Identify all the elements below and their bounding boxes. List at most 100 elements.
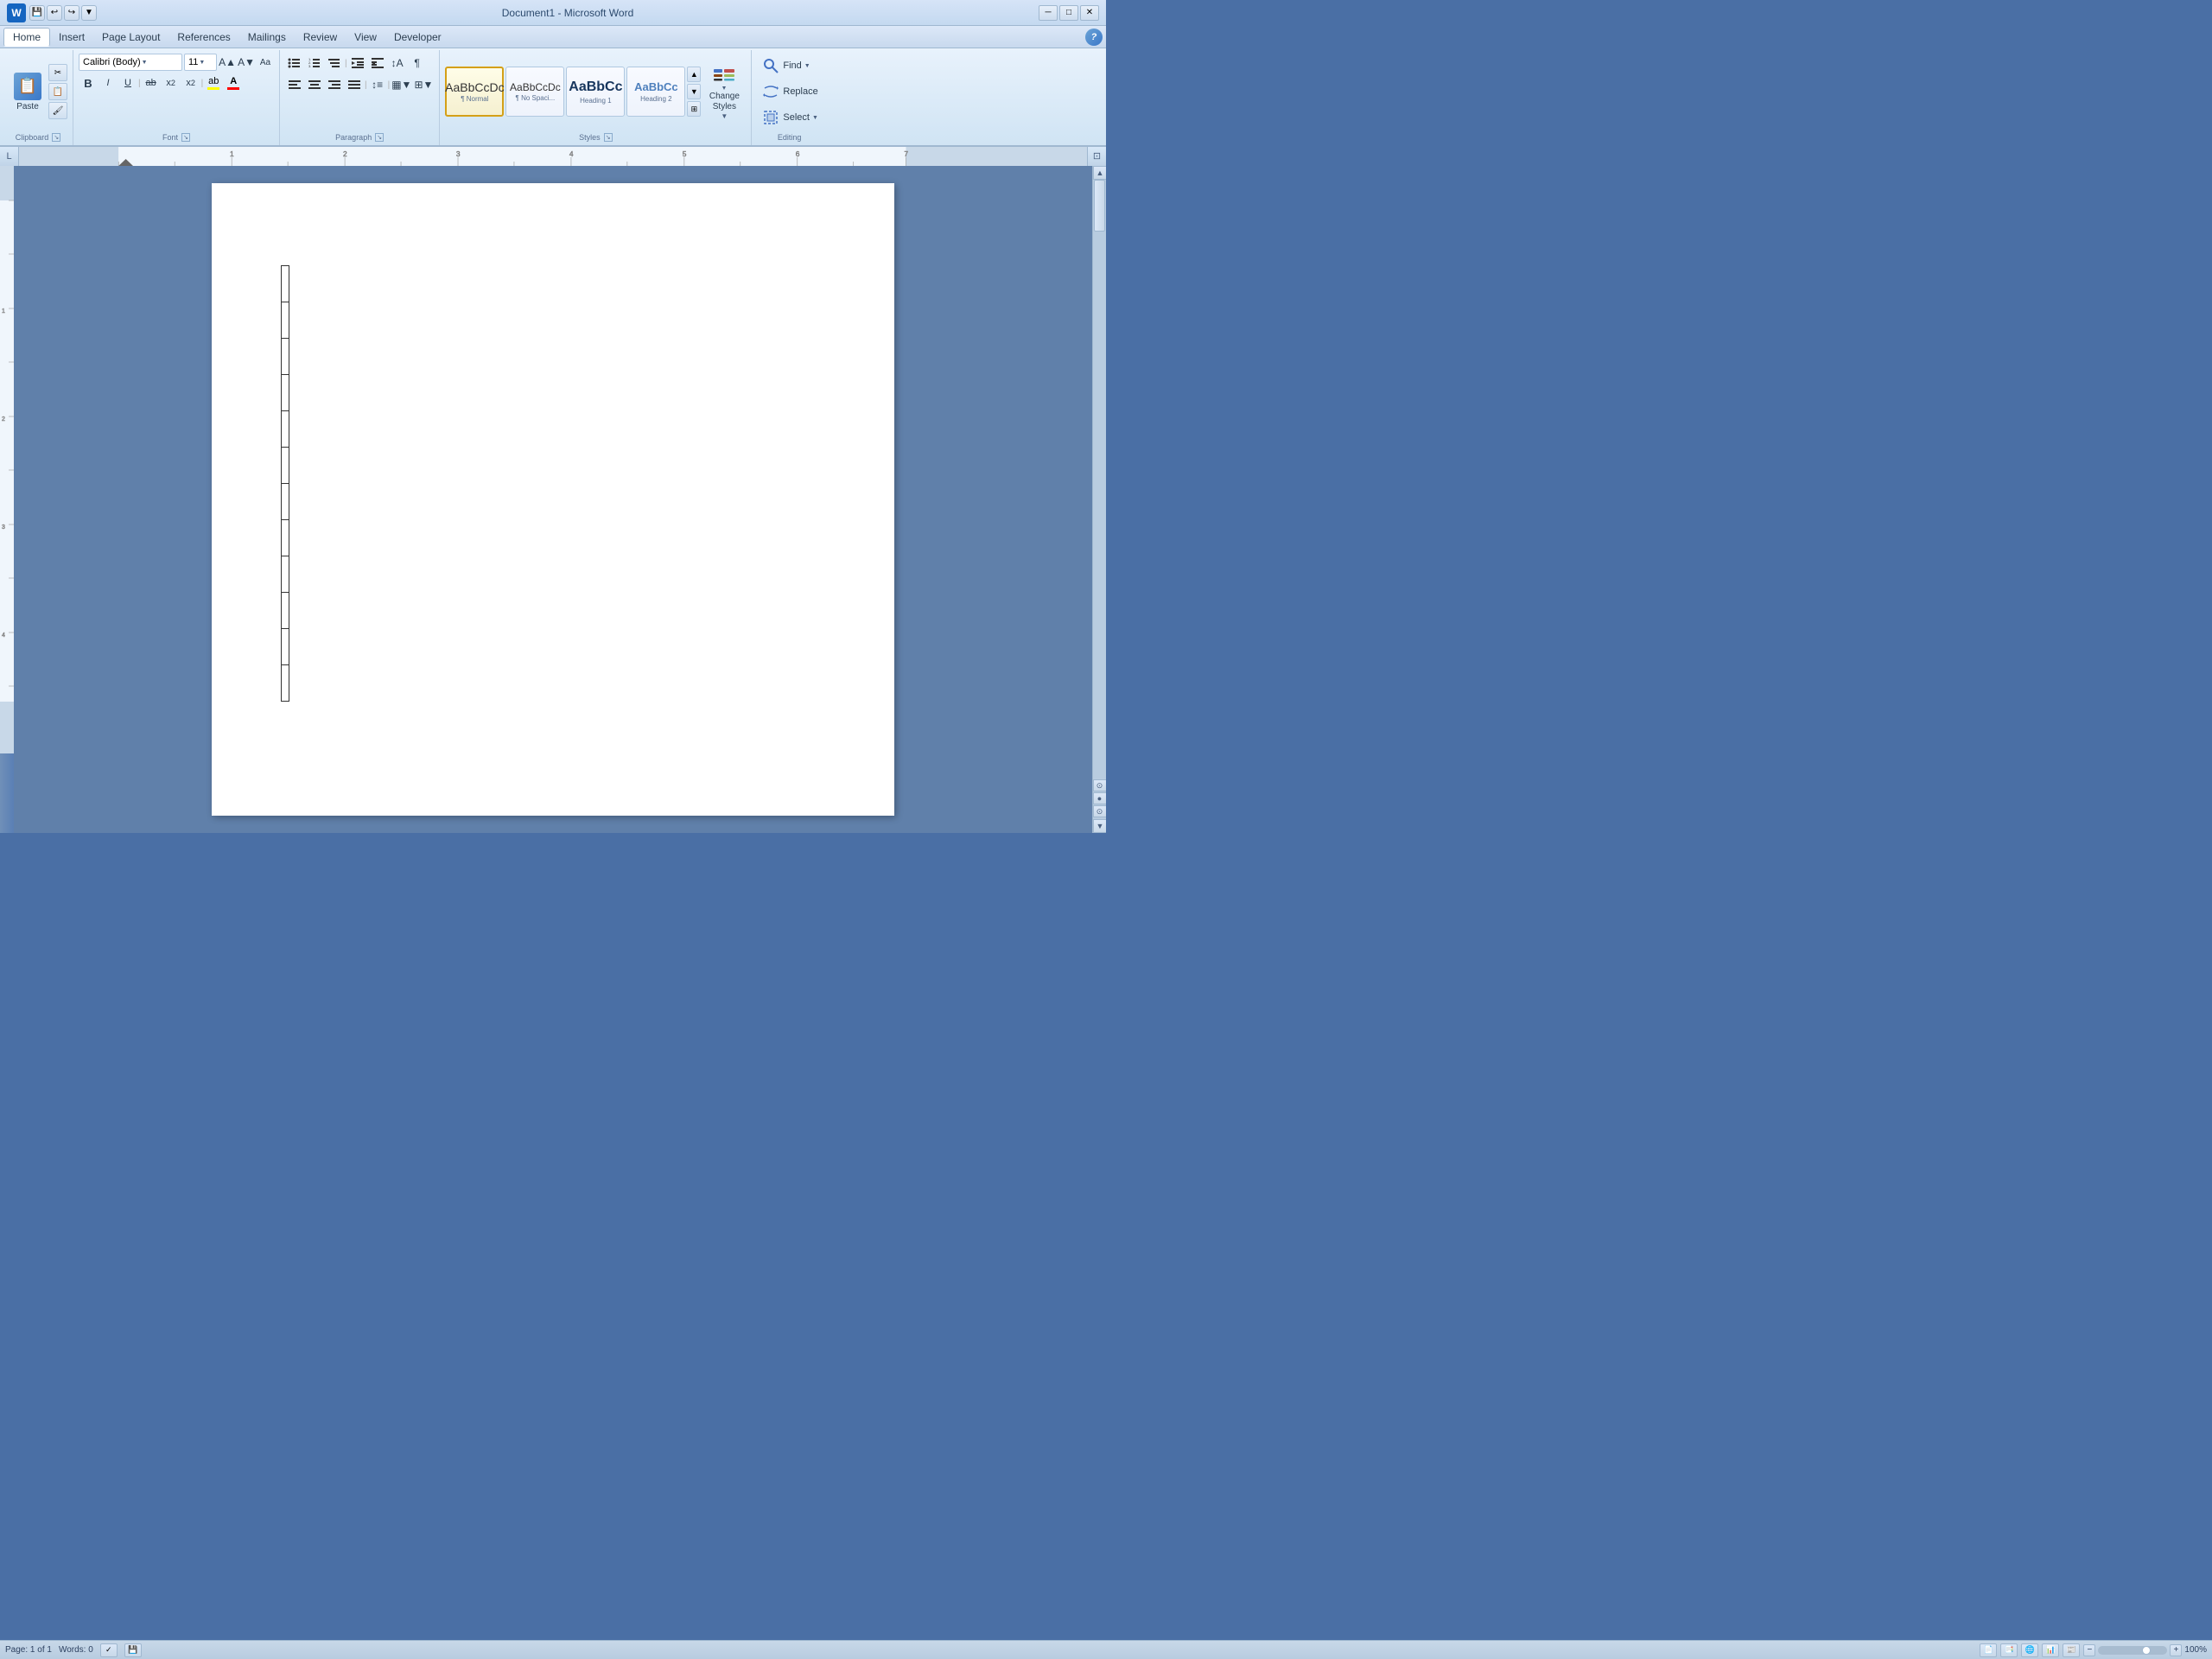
table-cell[interactable]	[282, 411, 289, 448]
zoom-slider[interactable]	[2098, 1646, 2167, 1655]
table-row[interactable]	[282, 665, 289, 702]
style-no-spacing[interactable]: AaBbCcDc ¶ No Spaci...	[505, 67, 564, 117]
find-button[interactable]: Find ▼	[757, 54, 813, 78]
close-button[interactable]: ✕	[1080, 5, 1099, 21]
paste-button[interactable]: 📋 Paste	[9, 69, 47, 115]
menu-mailings[interactable]: Mailings	[239, 29, 295, 46]
style-normal[interactable]: AaBbCcDc ¶ Normal	[445, 67, 504, 117]
menu-insert[interactable]: Insert	[50, 29, 93, 46]
customize-quick-access-button[interactable]: ▼	[81, 5, 97, 21]
menu-home[interactable]: Home	[3, 28, 50, 47]
style-heading2[interactable]: AaBbCc Heading 2	[626, 67, 685, 117]
table-cell[interactable]	[282, 266, 289, 302]
styles-expand-btn[interactable]: ↘	[604, 133, 613, 142]
table-row[interactable]	[282, 302, 289, 339]
align-right-button[interactable]	[325, 75, 344, 94]
help-icon[interactable]: ?	[1085, 29, 1103, 46]
align-left-button[interactable]	[285, 75, 304, 94]
scroll-down-arrow[interactable]: ▼	[1093, 819, 1106, 833]
numbering-button[interactable]: 1.2.3.	[305, 54, 324, 73]
font-grow-button[interactable]: A▲	[219, 54, 236, 71]
document-page[interactable]	[212, 183, 894, 816]
table-row[interactable]	[282, 520, 289, 556]
table-row[interactable]	[282, 629, 289, 665]
text-highlight-button[interactable]: ab	[204, 73, 223, 92]
multilevel-list-button[interactable]	[325, 54, 344, 73]
table-row[interactable]	[282, 448, 289, 484]
proofing-button[interactable]: ✓	[100, 1643, 118, 1657]
full-screen-view-button[interactable]: 📑	[2000, 1643, 2018, 1657]
table-row[interactable]	[282, 339, 289, 375]
paragraph-expand[interactable]: ↘	[375, 133, 384, 142]
table-row[interactable]	[282, 266, 289, 302]
subscript-button[interactable]: x2	[162, 73, 181, 92]
superscript-button[interactable]: x2	[181, 73, 200, 92]
table-cell[interactable]	[282, 629, 289, 665]
table-row[interactable]	[282, 375, 289, 411]
outline-view-button[interactable]: 📊	[2042, 1643, 2059, 1657]
print-layout-view-button[interactable]: 📄	[1980, 1643, 1997, 1657]
sort-button[interactable]: ↕A	[388, 54, 407, 73]
zoom-in-button[interactable]: +	[2170, 1644, 2182, 1656]
web-layout-view-button[interactable]: 🌐	[2021, 1643, 2038, 1657]
table-cell[interactable]	[282, 665, 289, 702]
vertical-scrollbar[interactable]: ▲ ⊙ ● ⊙ ▼	[1092, 166, 1106, 833]
table-cell[interactable]	[282, 593, 289, 629]
font-shrink-button[interactable]: A▼	[238, 54, 255, 71]
italic-button[interactable]: I	[99, 73, 118, 92]
document-table[interactable]	[281, 265, 289, 702]
show-marks-button[interactable]: ¶	[408, 54, 427, 73]
scroll-up-arrow[interactable]: ▲	[1093, 166, 1106, 180]
change-styles-button[interactable]: ChangeStyles ▼	[702, 60, 746, 124]
copy-button[interactable]: 📋	[48, 83, 67, 100]
save-status-button[interactable]: 💾	[124, 1643, 142, 1657]
bold-button[interactable]: B	[79, 73, 98, 92]
font-size-box[interactable]: 11 ▼	[184, 54, 217, 71]
menu-developer[interactable]: Developer	[385, 29, 450, 46]
justify-button[interactable]	[345, 75, 364, 94]
table-row[interactable]	[282, 593, 289, 629]
align-center-button[interactable]	[305, 75, 324, 94]
table-cell[interactable]	[282, 484, 289, 520]
cut-button[interactable]: ✂	[48, 64, 67, 81]
zoom-handle[interactable]	[2142, 1646, 2151, 1655]
underline-button[interactable]: U	[118, 73, 137, 92]
decrease-indent-button[interactable]	[348, 54, 367, 73]
menu-view[interactable]: View	[346, 29, 385, 46]
line-spacing-button[interactable]: ↕≡	[368, 75, 387, 94]
zoom-out-button[interactable]: −	[2083, 1644, 2095, 1656]
replace-button[interactable]: Replace	[757, 79, 821, 104]
styles-expand[interactable]: ⊞	[687, 101, 701, 117]
bullets-button[interactable]	[285, 54, 304, 73]
table-cell[interactable]	[282, 302, 289, 339]
increase-indent-button[interactable]	[368, 54, 387, 73]
ruler-right-button[interactable]: ⊡	[1087, 147, 1106, 166]
document-area[interactable]	[14, 166, 1092, 833]
menu-references[interactable]: References	[168, 29, 238, 46]
scroll-prev-page[interactable]: ⊙	[1093, 779, 1107, 791]
scroll-select-browse[interactable]: ●	[1093, 792, 1107, 804]
table-row[interactable]	[282, 411, 289, 448]
redo-button[interactable]: ↪	[64, 5, 79, 21]
undo-button[interactable]: ↩	[47, 5, 62, 21]
font-case-button[interactable]: Aa	[257, 54, 274, 71]
scroll-thumb[interactable]	[1094, 180, 1105, 232]
table-row[interactable]	[282, 484, 289, 520]
table-cell[interactable]	[282, 448, 289, 484]
save-button[interactable]: 💾	[29, 5, 45, 21]
scroll-track[interactable]	[1093, 180, 1106, 778]
table-row[interactable]	[282, 556, 289, 593]
font-expand[interactable]: ↘	[181, 133, 190, 142]
style-heading1[interactable]: AaBbCc Heading 1	[566, 67, 625, 117]
format-painter-button[interactable]: 🖌	[48, 102, 67, 119]
table-cell[interactable]	[282, 556, 289, 593]
maximize-button[interactable]: □	[1059, 5, 1078, 21]
table-cell[interactable]	[282, 339, 289, 375]
scroll-next-page[interactable]: ⊙	[1093, 805, 1107, 817]
clipboard-expand[interactable]: ↘	[52, 133, 60, 142]
borders-button[interactable]: ⊞▼	[413, 75, 434, 94]
shading-button[interactable]: ▦▼	[391, 75, 412, 94]
strikethrough-button[interactable]: ab	[142, 73, 161, 92]
font-name-box[interactable]: Calibri (Body) ▼	[79, 54, 182, 71]
font-color-button[interactable]: A	[224, 73, 243, 92]
